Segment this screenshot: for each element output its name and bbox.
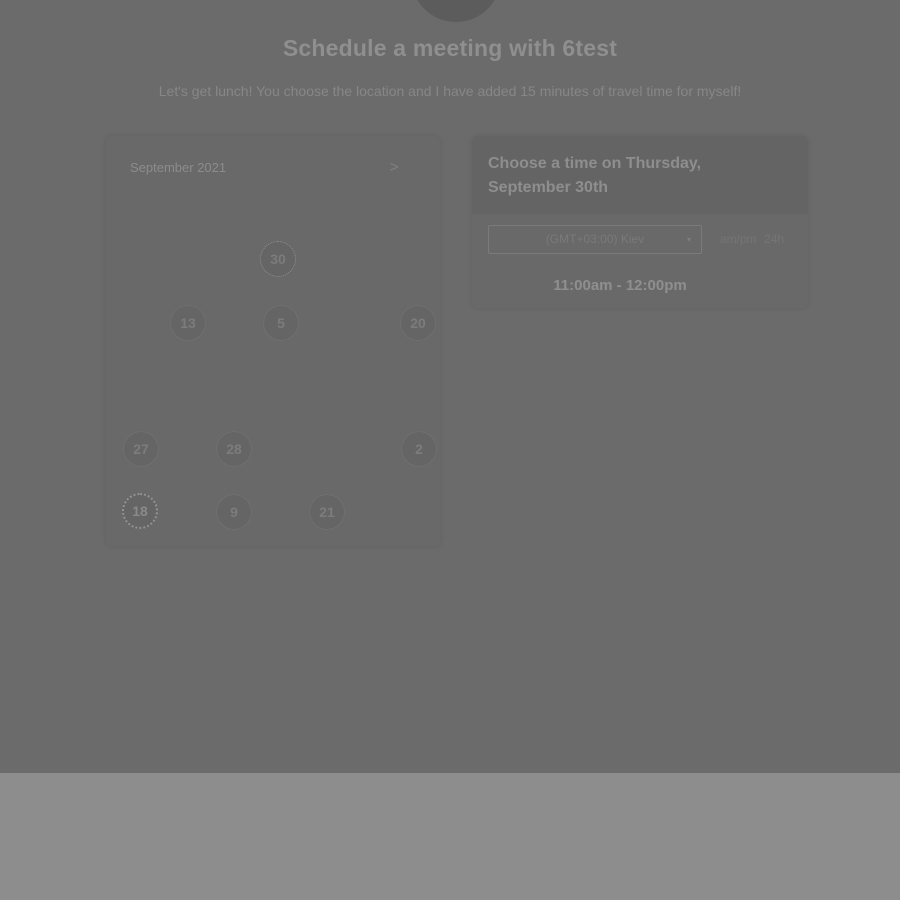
weekday-label	[347, 208, 393, 222]
caret-down-icon: ▾	[686, 235, 691, 244]
calendar-day-selected[interactable]: 30	[260, 241, 296, 277]
calendar-day[interactable]: 21	[309, 494, 345, 530]
time-format-toggle: am/pm 24h	[720, 232, 788, 246]
chevron-right-icon: >	[389, 159, 399, 176]
weekday-label	[392, 208, 438, 222]
format-option-ampm[interactable]: am/pm	[720, 232, 757, 246]
time-picker-header: Choose a time on Thursday, September 30t…	[472, 136, 808, 214]
weekday-label	[164, 208, 210, 222]
time-slot[interactable]: 11:00am - 12:00pm	[488, 274, 752, 298]
weekday-label	[255, 208, 301, 222]
weekday-label	[209, 208, 255, 222]
month-label: September 2021	[130, 160, 227, 175]
time-picker-panel: Choose a time on Thursday, September 30t…	[472, 136, 808, 308]
calendar-day[interactable]: 5	[263, 305, 299, 341]
next-month-button[interactable]: >	[384, 158, 404, 178]
meeting-description: Let's get lunch! You choose the location…	[158, 83, 742, 99]
host-avatar	[411, 0, 501, 22]
calendar-day[interactable]: 28	[216, 431, 252, 467]
calendar-day[interactable]: 20	[400, 305, 436, 341]
weekday-label	[301, 208, 347, 222]
calendar-day[interactable]: 13	[170, 305, 206, 341]
timezone-select[interactable]: (GMT+03:00) Kiev ▾	[488, 225, 702, 254]
time-picker-title: Choose a time on Thursday, September 30t…	[488, 155, 702, 196]
weekday-header	[118, 208, 438, 222]
calendar-day-today[interactable]: 18	[122, 493, 158, 529]
calendar-panel: September 2021 > 30 13 5 20 27 28 2 18 9…	[106, 136, 440, 546]
calendar-day[interactable]: 9	[216, 494, 252, 530]
weekday-label	[118, 208, 164, 222]
calendar-day[interactable]: 27	[123, 431, 159, 467]
calendar-day[interactable]: 2	[401, 431, 437, 467]
page-title: Schedule a meeting with 6test	[282, 35, 618, 61]
booking-page: Schedule a meeting with 6test Let's get …	[0, 0, 900, 773]
timezone-value: (GMT+03:00) Kiev	[545, 232, 645, 246]
format-option-24h[interactable]: 24h	[764, 232, 784, 246]
